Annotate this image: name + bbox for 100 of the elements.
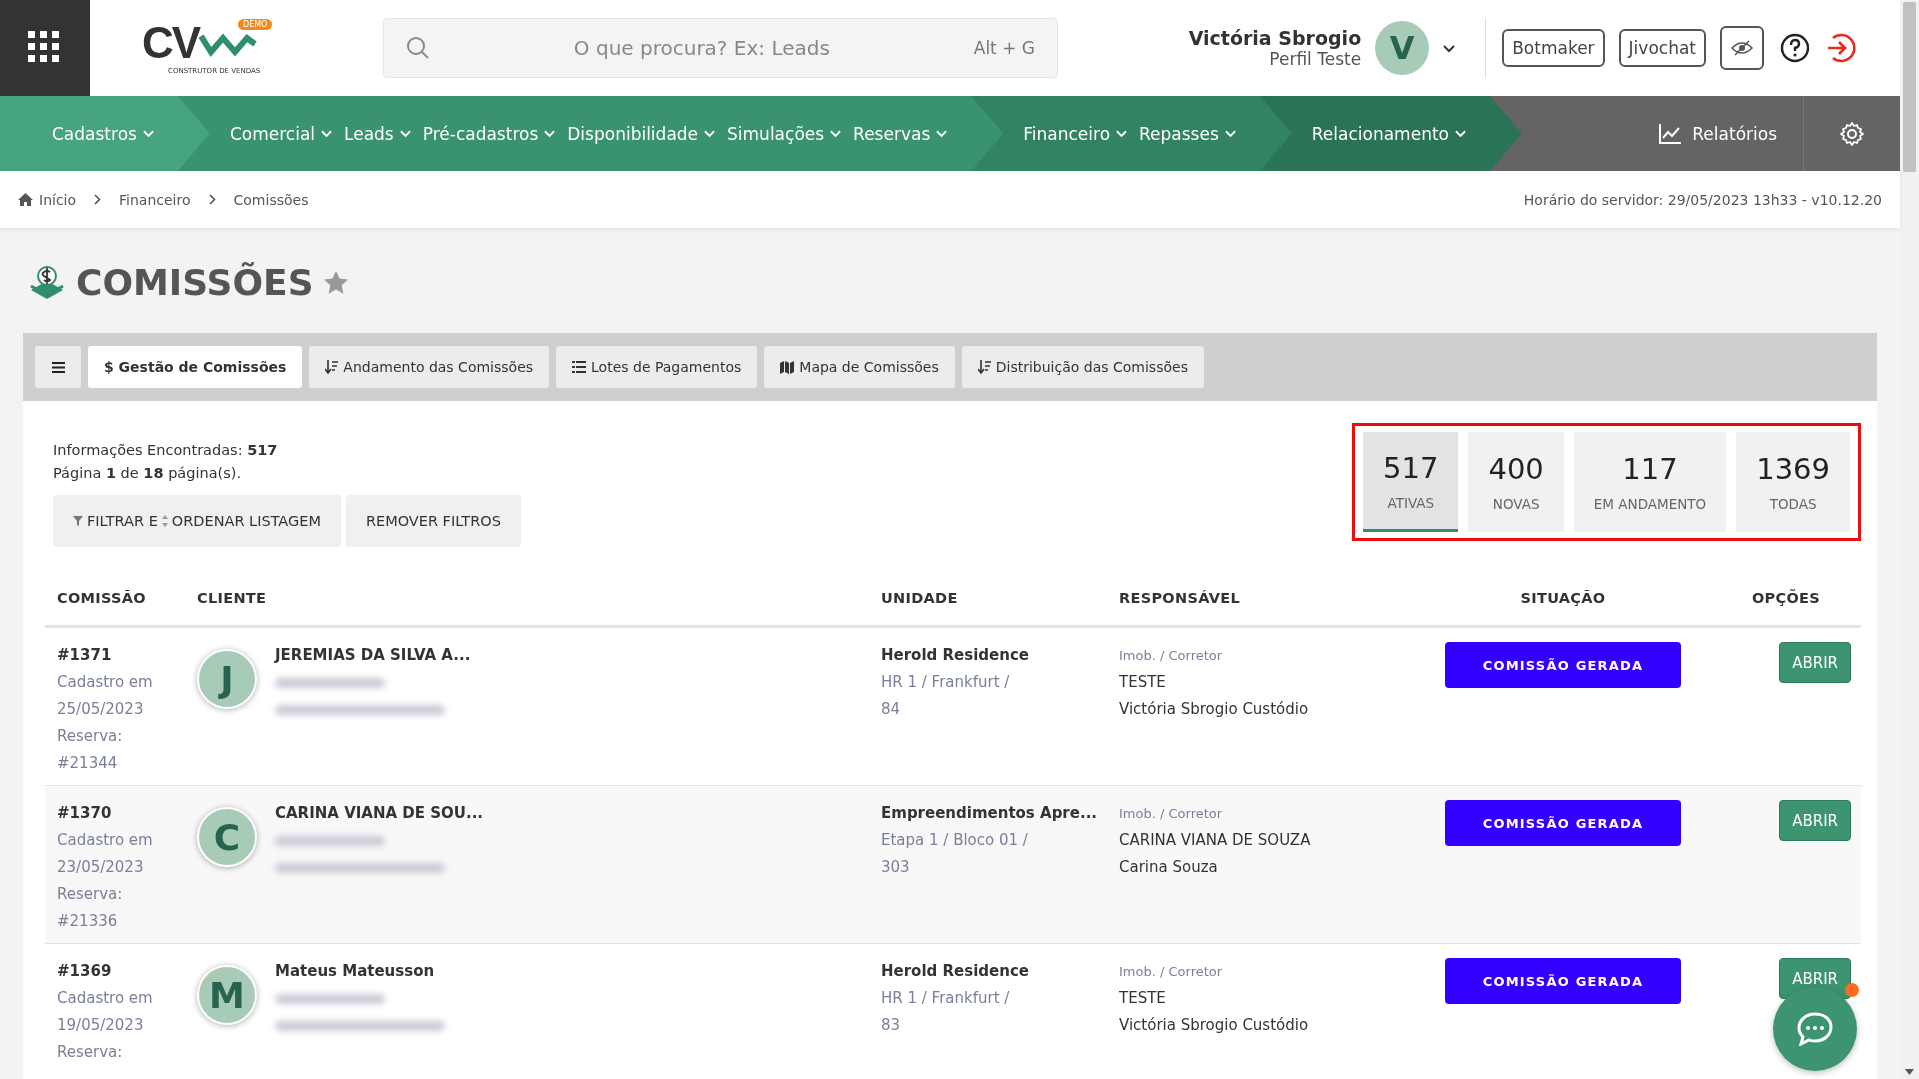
line-chart-icon [1658,122,1683,145]
menu-icon [51,361,65,373]
breadcrumb-link[interactable]: Comissões [233,191,309,208]
column-header: OPÇÕES [1750,590,1822,606]
nav-menu-item[interactable]: Repasses [1139,123,1236,144]
help-icon[interactable] [1780,33,1810,63]
chevron-down-icon [1454,129,1466,138]
column-header: SITUAÇÃO [1519,590,1607,606]
visibility-button[interactable] [1720,26,1764,70]
agency-name: CARINA VIANA DE SOUZA [1119,830,1311,851]
filter-sort-button[interactable]: FILTRAR E ORDENAR LISTAGEM [53,495,341,547]
unit-name: Herold Residence [881,961,1029,982]
nav-menu-item[interactable]: Disponibilidade [567,123,716,144]
map-icon [780,360,795,374]
chevron-down-icon [1224,129,1236,138]
sort-icon [325,360,339,374]
reservation-label: Reserva: [57,1042,123,1063]
chevron-down-icon [936,129,948,138]
commission-id: #1371 [57,645,112,666]
status-filter-tab[interactable]: 517 ATIVAS [1363,432,1459,532]
reservation-number: #21336 [57,911,118,932]
responsible-role: Imob. / Corretor [1119,647,1223,665]
chevron-down-icon [830,129,842,138]
tab[interactable]: $ Gestão de Comissões [88,346,303,388]
apps-menu-button[interactable] [0,0,90,96]
scrollbar-thumb[interactable] [1903,2,1916,172]
user-avatar[interactable]: V [1375,21,1430,75]
star-icon[interactable] [323,271,348,294]
list-icon [572,361,587,373]
unit-detail: 83 [881,1015,901,1036]
agent-name: Victória Sbrogio Custódio [1119,1015,1309,1036]
chevron-right-icon [208,194,216,205]
search-bar[interactable]: O que procura? Ex: Leads Alt + G [383,18,1058,78]
open-button[interactable]: ABRIR [1779,800,1851,841]
column-header: CLIENTE [197,590,268,606]
tab[interactable]: Distribuição das Comissões [961,346,1204,388]
unit-name: Herold Residence [881,645,1029,666]
client-avatar: M [197,965,257,1025]
server-time: Horário do servidor: 29/05/2023 13h33 - v10.12.20 [1523,191,1882,208]
nav-menu-item[interactable]: Comercial [229,123,333,144]
search-field[interactable]: O que procura? Ex: Leads [430,35,974,61]
registered-date: 19/05/2023 [57,1015,144,1036]
nav-menu-item[interactable]: Simulações [727,123,842,144]
status-filter-tab[interactable]: 400 NOVAS [1468,432,1564,532]
page-title: COMISSÕES [76,262,314,303]
sort-icon [977,360,991,374]
nav-menu-item[interactable]: Financeiro [1023,123,1128,144]
column-header: COMISSÃO [57,590,147,606]
unit-name: Empreendimentos Apre... [881,803,1098,824]
open-button[interactable]: ABRIR [1779,642,1851,683]
user-name: Victória Sbrogio [1188,27,1362,49]
status-button[interactable]: COMISSÃO GERADA [1445,958,1681,1004]
client-name: JEREMIAS DA SILVA A... [275,645,471,666]
home-icon [18,193,33,206]
status-filter-tab[interactable]: 1369 TODAS [1736,432,1850,532]
unit-detail: 84 [881,699,901,720]
chevron-down-icon [399,129,411,138]
tab[interactable]: Mapa de Comissões [764,346,955,388]
money-stack-icon [28,263,66,302]
chevron-down-icon [704,129,716,138]
nav-menu-item[interactable]: Relacionamento [1311,123,1466,144]
header-button[interactable]: Jivochat [1618,29,1706,67]
nav-menu-item[interactable]: Leads [344,123,411,144]
chevron-down-icon [1443,45,1456,53]
commission-id: #1369 [57,961,112,982]
header-button[interactable]: Botmaker [1502,29,1605,67]
user-profile: Perfil Teste [1268,49,1362,69]
menu-button[interactable] [35,346,81,388]
unit-detail: 303 [881,857,910,878]
status-button[interactable]: COMISSÃO GERADA [1445,800,1681,846]
breadcrumb-link[interactable]: Início [18,191,77,208]
nav-menu-item[interactable]: Pré-cadastros [422,123,556,144]
status-button[interactable]: COMISSÃO GERADA [1445,642,1681,688]
client-avatar: J [197,649,257,709]
chevron-down-icon [1116,129,1128,138]
scroll-down-icon[interactable] [1905,1069,1914,1075]
reservation-label: Reserva: [57,884,123,905]
responsible-role: Imob. / Corretor [1119,963,1223,981]
remove-filters-button[interactable]: REMOVER FILTROS [345,495,521,547]
chat-bubble-icon [1797,1012,1833,1046]
agent-name: Carina Souza [1119,857,1218,878]
client-avatar: C [197,807,257,867]
client-name: Mateus Mateusson [275,961,435,982]
registered-date: 25/05/2023 [57,699,144,720]
commission-id: #1370 [57,803,112,824]
status-filter-tab[interactable]: 117 EM ANDAMENTO [1573,432,1727,532]
reservation-number: #21344 [57,753,118,774]
chevron-down-icon [142,129,154,138]
filter-icon [73,516,83,526]
unit-detail: Etapa 1 / Bloco 01 / [881,830,1028,851]
page-indicator: Página 1 de 18 página(s). [53,464,242,483]
tab[interactable]: Lotes de Pagamentos [556,346,758,388]
settings-icon[interactable] [1839,120,1865,147]
nav-menu-item[interactable]: Reservas [853,123,948,144]
agent-name: Victória Sbrogio Custódio [1119,699,1309,720]
demo-badge: DEMO [238,19,273,30]
column-header: RESPONSÁVEL [1119,590,1241,606]
agency-name: TESTE [1119,672,1166,693]
tab[interactable]: Andamento das Comissões [309,346,550,388]
breadcrumb-link[interactable]: Financeiro [119,191,191,208]
